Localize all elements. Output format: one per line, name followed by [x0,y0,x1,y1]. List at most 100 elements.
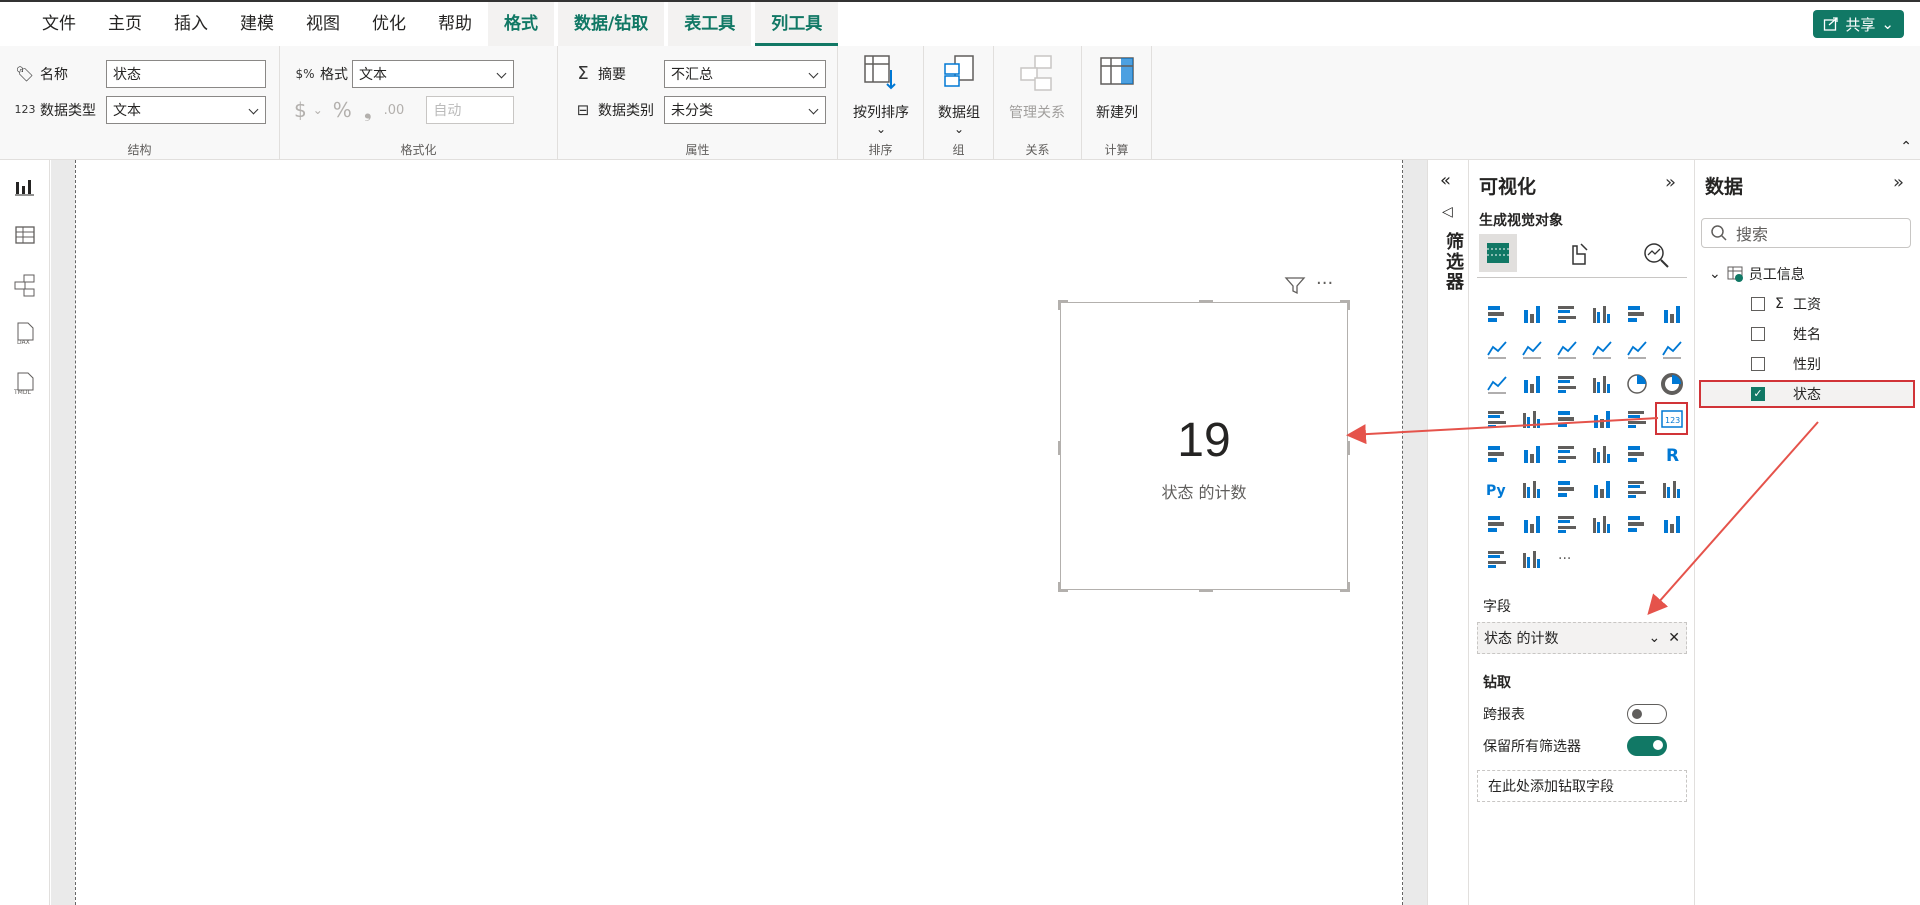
button-slicer-icon[interactable] [1619,506,1654,541]
donut-chart-icon[interactable] [1654,366,1689,401]
pie-chart-icon[interactable] [1619,366,1654,401]
data-category-select[interactable]: 未分类 [664,96,826,124]
filter-icon[interactable] [1284,276,1306,296]
format-visual-icon[interactable] [1563,240,1593,270]
filled-map-icon[interactable] [1549,401,1584,436]
field-row[interactable]: 性别 [1695,350,1920,378]
clustered-bar-chart-icon[interactable] [1549,296,1584,331]
menu-help[interactable]: 帮助 [422,2,488,46]
cross-report-toggle[interactable] [1627,704,1667,724]
menu-modeling[interactable]: 建模 [224,2,290,46]
stacked-bar-chart-icon[interactable] [1479,296,1514,331]
field-checkbox-checked[interactable]: ✓ [1751,387,1765,401]
scatter-chart-icon[interactable] [1584,366,1619,401]
multi-row-card-icon[interactable] [1479,436,1514,471]
dax-query-view-icon[interactable]: DAX [12,320,38,346]
chevron-down-icon[interactable]: ⌄ [1709,266,1721,282]
name-field[interactable]: 状态 [106,60,266,88]
collapse-pane-icon[interactable]: » [1893,172,1904,193]
map-icon[interactable] [1514,401,1549,436]
field-row-selected[interactable]: ✓ 状态 [1699,380,1915,408]
new-column-button[interactable]: 新建列 [1082,52,1152,122]
power-apps-icon[interactable] [1549,506,1584,541]
manage-relationships-button[interactable]: 管理关系 [1002,52,1072,122]
clustered-column-chart-icon[interactable] [1584,296,1619,331]
model-view-icon[interactable] [12,272,38,298]
card-visual[interactable]: 19 状态 的计数 [1058,300,1350,592]
more-visuals-icon[interactable]: ··· [1549,541,1584,576]
report-view-icon[interactable] [12,174,38,200]
field-checkbox[interactable] [1751,357,1765,371]
azure-map-icon[interactable] [1584,401,1619,436]
resize-handle[interactable] [1058,300,1061,310]
area-chart-icon[interactable] [1514,331,1549,366]
summary-select[interactable]: 不汇总 [664,60,826,88]
resize-handle[interactable] [1347,300,1350,310]
filter-pane-collapsed[interactable]: « ◁ 筛选器 [1427,160,1469,905]
new-card-icon[interactable] [1514,506,1549,541]
r-visual-icon[interactable]: R [1654,436,1689,471]
field-row[interactable]: 姓名 [1695,320,1920,348]
analytics-icon[interactable] [1641,240,1671,270]
treemap-icon[interactable] [1479,401,1514,436]
ribbon-chart-icon[interactable] [1479,366,1514,401]
narrative-icon[interactable] [1619,471,1654,506]
kpi-icon[interactable] [1514,436,1549,471]
more-options-icon[interactable]: ··· [1316,275,1333,296]
menu-insert[interactable]: 插入 [158,2,224,46]
data-groups-button[interactable]: 数据组 ⌄ [924,52,994,136]
menu-column-tools[interactable]: 列工具 [755,2,839,46]
fields-well[interactable]: 状态 的计数 ⌄ ✕ [1477,622,1687,654]
menu-format[interactable]: 格式 [488,2,554,46]
funnel-chart-icon[interactable] [1549,366,1584,401]
share-button[interactable]: 共享 ⌄ [1813,10,1904,38]
search-input[interactable]: 搜索 [1701,218,1911,248]
collapse-ribbon-icon[interactable]: ⌃ [1900,139,1912,155]
resize-handle[interactable] [1347,441,1350,455]
matrix-icon[interactable] [1619,436,1654,471]
power-automate-icon[interactable] [1584,506,1619,541]
100-area-chart-icon[interactable] [1584,331,1619,366]
metrics-icon[interactable] [1654,471,1689,506]
tmdl-view-icon[interactable]: TMDL [12,370,38,396]
table-view-icon[interactable] [12,222,38,248]
menu-home[interactable]: 主页 [92,2,158,46]
chevron-down-icon[interactable]: ⌄ [313,103,323,117]
data-type-select[interactable]: 文本 [106,96,266,124]
percent-icon[interactable]: % [333,98,352,122]
resize-handle[interactable] [1199,589,1213,592]
chevron-down-icon[interactable]: ⌄ [1649,630,1661,646]
expand-filters-icon[interactable]: « [1440,170,1451,191]
paginated-report-icon[interactable] [1479,506,1514,541]
line-column-chart-icon[interactable] [1619,331,1654,366]
line-clustered-column-chart-icon[interactable] [1654,331,1689,366]
menu-file[interactable]: 文件 [26,2,92,46]
qa-icon[interactable] [1584,471,1619,506]
100-column-chart-icon[interactable] [1654,296,1689,331]
stacked-area-chart-icon[interactable] [1549,331,1584,366]
stacked-column-chart-icon[interactable] [1514,296,1549,331]
menu-data-drill[interactable]: 数据/钻取 [558,2,665,46]
sort-by-column-button[interactable]: 按列排序 ⌄ [846,52,916,136]
key-influencers-icon[interactable] [1514,471,1549,506]
format-select[interactable]: 文本 [352,60,514,88]
drill-through-well[interactable]: 在此处添加钻取字段 [1477,770,1687,802]
table-icon[interactable] [1584,436,1619,471]
python-visual-icon[interactable]: Py [1479,471,1514,506]
line-chart-icon[interactable] [1479,331,1514,366]
field-checkbox[interactable] [1751,327,1765,341]
resize-handle[interactable] [1199,300,1213,303]
power-automate-2-icon[interactable] [1514,541,1549,576]
resize-handle[interactable] [1058,582,1061,592]
field-row[interactable]: Σ 工资 [1695,290,1920,318]
table-node[interactable]: ⌄ 员工信息 [1695,260,1920,288]
currency-icon[interactable]: $ [294,98,307,122]
100-bar-chart-icon[interactable] [1619,296,1654,331]
slicer-icon[interactable] [1549,436,1584,471]
card-icon[interactable]: 123 [1654,401,1689,436]
field-checkbox[interactable] [1751,297,1765,311]
comma-icon[interactable]: ❟ [364,98,372,122]
menu-view[interactable]: 视图 [290,2,356,46]
build-visual-tab[interactable] [1479,234,1517,272]
gauge-icon[interactable] [1619,401,1654,436]
